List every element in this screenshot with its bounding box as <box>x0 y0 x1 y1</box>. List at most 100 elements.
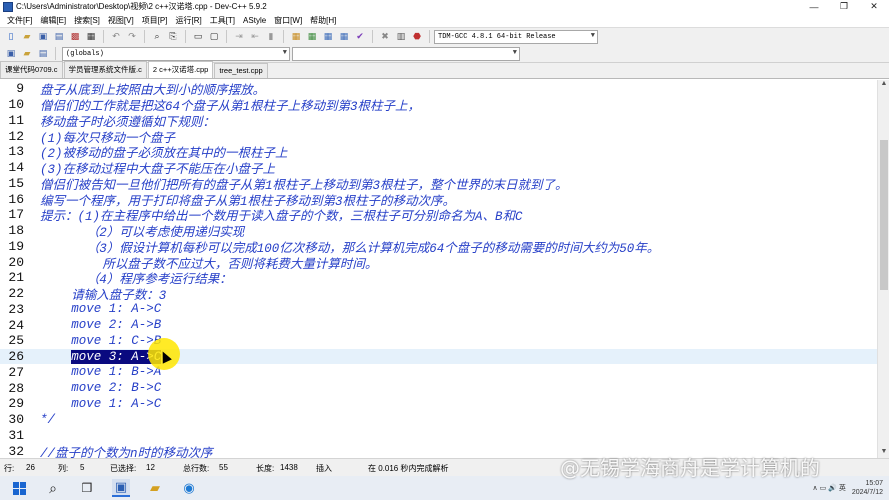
status-total-label: 总行数: <box>183 464 210 473</box>
stop-icon[interactable]: ✖ <box>378 30 392 44</box>
menu-file[interactable]: 文件[F] <box>3 15 36 26</box>
scope-select[interactable]: (globals) ▼ <box>62 46 290 61</box>
toolbar-separator <box>372 30 373 43</box>
new-file-icon[interactable]: ▯ <box>4 30 18 44</box>
editor-line[interactable]: 22 请输入盘子数：3 <box>0 286 877 303</box>
close-file-icon[interactable]: ▩ <box>68 30 82 44</box>
tab-file-3-active[interactable]: 2 c++汉诺塔.cpp <box>147 61 214 78</box>
toolbar-separator <box>55 47 56 60</box>
new-class-icon[interactable]: ▣ <box>4 47 18 61</box>
menu-window[interactable]: 窗口[W] <box>270 15 306 26</box>
status-total-value: 55 <box>219 463 228 472</box>
redo-icon[interactable]: ↷ <box>125 30 139 44</box>
unindent-icon[interactable]: ⇤ <box>248 30 262 44</box>
member-select[interactable]: ▼ <box>292 46 520 61</box>
line-number: 25 <box>8 333 24 349</box>
menu-help[interactable]: 帮助[H] <box>306 15 340 26</box>
check-syntax-icon[interactable]: ✔ <box>353 30 367 44</box>
line-number: 30 <box>8 412 24 428</box>
menu-run[interactable]: 运行[R] <box>171 15 205 26</box>
line-number: 18 <box>8 223 24 239</box>
code-text: move 1: A->C <box>71 396 162 411</box>
vertical-scrollbar[interactable]: ▲ ▼ <box>877 80 889 458</box>
status-insert-mode: 插入 <box>316 464 332 473</box>
scroll-thumb[interactable] <box>880 140 888 290</box>
code-text: move 2: A->B <box>71 318 162 333</box>
tab-file-2[interactable]: 学员管理系统文件版.c <box>63 61 147 78</box>
toggle-comment-icon[interactable]: ▮ <box>264 30 278 44</box>
tab-file-4[interactable]: tree_test.cpp <box>214 63 268 78</box>
scope-select-value: (globals) <box>66 49 104 58</box>
find-icon[interactable]: ⌕ <box>150 30 164 44</box>
save-icon[interactable]: ▣ <box>36 30 50 44</box>
maximize-button[interactable]: ❐ <box>829 0 859 13</box>
status-length-label: 长度: <box>256 464 275 473</box>
windows-start-icon[interactable] <box>10 479 28 497</box>
compile-run-icon[interactable]: ▦ <box>321 30 335 44</box>
clock[interactable]: 15:07 2024/7/12 <box>852 479 883 497</box>
undo-icon[interactable]: ↶ <box>109 30 123 44</box>
toolbar-separator <box>283 30 284 43</box>
toggle-icon[interactable]: ▤ <box>36 47 50 61</box>
menu-tools[interactable]: 工具[T] <box>206 15 239 26</box>
line-number: 15 <box>8 175 24 191</box>
status-row-value: 26 <box>26 463 35 472</box>
insert-icon[interactable]: ▰ <box>20 47 34 61</box>
compile-icon[interactable]: ▦ <box>289 30 303 44</box>
line-number: 19 <box>8 238 24 254</box>
scroll-up-icon[interactable]: ▲ <box>878 80 889 90</box>
devcpp-taskbar-icon[interactable]: ▣ <box>112 479 130 497</box>
editor-line[interactable]: 25 move 1: C->B <box>0 333 877 349</box>
line-number: 17 <box>8 207 24 223</box>
tray-icons[interactable]: ∧ ▭ 🔊 英 <box>813 483 846 493</box>
window-title: C:\Users\Administrator\Desktop\视频\2 c++汉… <box>16 2 267 11</box>
line-number: 21 <box>8 270 24 286</box>
editor-line[interactable]: 23 move 1: A->C <box>0 302 877 318</box>
open-folder-icon[interactable]: ▰ <box>20 30 34 44</box>
debug-icon[interactable]: ⬣ <box>410 30 424 44</box>
editor-line[interactable]: 27 move 1: B->A <box>0 365 877 381</box>
search-icon[interactable]: ⌕ <box>44 479 62 497</box>
file-explorer-icon[interactable]: ▰ <box>146 479 164 497</box>
editor-line[interactable]: 30 */ <box>0 412 877 428</box>
menu-edit[interactable]: 编辑[E] <box>36 15 70 26</box>
toolbar-separator <box>226 30 227 43</box>
line-number: 11 <box>8 112 24 128</box>
menu-bar: 文件[F] 编辑[E] 搜索[S] 视图[V] 项目[P] 运行[R] 工具[T… <box>0 13 889 27</box>
line-number: 26 <box>8 349 24 365</box>
scroll-down-icon[interactable]: ▼ <box>878 448 889 458</box>
code-text: move 1: C->B <box>71 333 162 348</box>
line-number: 22 <box>8 286 24 302</box>
menu-astyle[interactable]: AStyle <box>239 16 270 25</box>
chart-icon[interactable]: ▥ <box>394 30 408 44</box>
line-number: 31 <box>8 427 24 443</box>
editor-line[interactable]: 28 move 2: B->C <box>0 380 877 396</box>
line-number: 9 <box>16 81 24 97</box>
replace-icon[interactable]: ⎘ <box>166 30 180 44</box>
close-button[interactable]: ✕ <box>859 0 889 13</box>
editor-line[interactable]: 24 move 2: A->B <box>0 317 877 333</box>
tab-file-1[interactable]: 课堂代码0709.c <box>0 61 63 78</box>
browser-icon[interactable]: ◉ <box>180 479 198 497</box>
indent-icon[interactable]: ⇥ <box>232 30 246 44</box>
task-view-icon[interactable]: ❒ <box>78 479 96 497</box>
editor-line[interactable]: 26 move 3: A->C <box>0 348 877 365</box>
compiler-select-value: TDM-GCC 4.8.1 64-bit Release <box>438 32 556 41</box>
editor-line[interactable]: 29 move 1: A->C <box>0 396 877 412</box>
menu-search[interactable]: 搜索[S] <box>70 15 104 26</box>
save-all-icon[interactable]: ▤ <box>52 30 66 44</box>
bookmark-icon[interactable]: ▢ <box>207 30 221 44</box>
clock-time: 15:07 <box>865 480 883 487</box>
minimize-button[interactable]: — <box>799 0 829 13</box>
title-bar: C:\Users\Administrator\Desktop\视频\2 c++汉… <box>0 0 889 13</box>
line-number: 16 <box>8 191 24 207</box>
goto-line-icon[interactable]: ▭ <box>191 30 205 44</box>
print-icon[interactable]: ▦ <box>84 30 98 44</box>
rebuild-icon[interactable]: ▦ <box>337 30 351 44</box>
menu-view[interactable]: 视图[V] <box>104 15 138 26</box>
toolbar-separator <box>144 30 145 43</box>
code-editor[interactable]: 9 盘子从底到上按照由大到小的顺序摆放。 10 僧侣们的工作就是把这64个盘子从第1根… <box>0 80 877 458</box>
run-icon[interactable]: ▦ <box>305 30 319 44</box>
menu-project[interactable]: 项目[P] <box>138 15 172 26</box>
compiler-select[interactable]: TDM-GCC 4.8.1 64-bit Release ▼ <box>434 29 598 44</box>
